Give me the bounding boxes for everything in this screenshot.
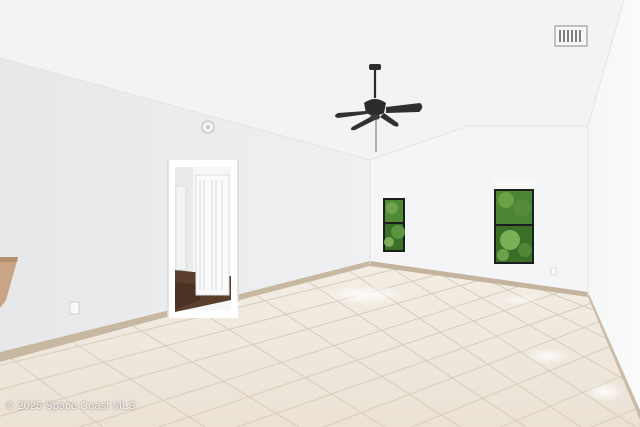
window-left (382, 191, 406, 253)
room-illustration (0, 0, 640, 427)
photo-watermark: © 2025 Space Coast MLS (6, 400, 136, 412)
smoke-detector-icon (201, 120, 215, 134)
air-vent-icon (554, 25, 588, 47)
wall-outlet (69, 301, 80, 315)
hallway-doorway (167, 160, 239, 318)
window-right (493, 180, 535, 265)
empty-room-photo: © 2025 Space Coast MLS (0, 0, 640, 427)
